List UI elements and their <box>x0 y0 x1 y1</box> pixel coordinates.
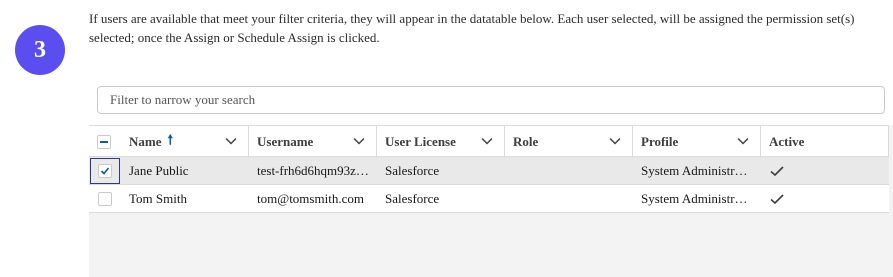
column-header-username[interactable]: Username <box>249 126 377 157</box>
table-header: Name 🠕 Username User License Role Profil… <box>89 125 889 157</box>
chevron-down-icon[interactable] <box>608 134 622 148</box>
filter-search-input[interactable] <box>97 86 885 114</box>
cell-profile: System Administr… <box>641 190 748 206</box>
cell-user-license: Salesforce <box>385 190 440 206</box>
column-label-name: Name <box>129 133 162 149</box>
active-check-icon <box>770 193 784 204</box>
cell-name: Jane Public <box>129 162 189 178</box>
instructions-text: If users are available that meet your fi… <box>89 11 855 45</box>
cell-role <box>505 157 633 184</box>
column-label-user-license: User License <box>385 133 456 149</box>
row-select-cell <box>89 185 121 212</box>
column-header-role[interactable]: Role <box>505 126 633 157</box>
row-select-checkbox[interactable] <box>98 191 112 206</box>
column-label-profile: Profile <box>641 133 679 149</box>
chevron-down-icon[interactable] <box>224 134 238 148</box>
chevron-down-icon[interactable] <box>480 134 494 148</box>
row-select-cell <box>89 157 121 184</box>
column-header-active[interactable]: Active <box>761 126 889 157</box>
sort-ascending-icon: 🠕 <box>167 131 174 147</box>
active-check-icon <box>770 165 784 176</box>
column-header-name[interactable]: Name 🠕 <box>121 126 249 157</box>
users-datatable: Name 🠕 Username User License Role Profil… <box>89 125 893 277</box>
column-header-user-license[interactable]: User License <box>377 126 505 157</box>
select-all-header <box>89 126 121 157</box>
select-all-checkbox[interactable] <box>97 134 111 149</box>
column-header-profile[interactable]: Profile <box>633 126 761 157</box>
checkbox-check-icon <box>100 166 110 175</box>
chevron-down-icon[interactable] <box>352 134 366 148</box>
cell-role <box>505 185 633 212</box>
column-label-username: Username <box>257 133 314 149</box>
cell-name: Tom Smith <box>129 190 187 206</box>
cell-username: tom@tomsmith.com <box>257 190 364 206</box>
cell-active <box>761 157 889 184</box>
column-label-role: Role <box>513 133 539 149</box>
row-select-checkbox[interactable] <box>98 163 112 178</box>
cell-profile: System Administr… <box>641 162 748 178</box>
column-label-active: Active <box>769 133 805 149</box>
cell-active <box>761 185 889 212</box>
step-number-badge: 3 <box>15 25 65 75</box>
cell-user-license: Salesforce <box>385 162 440 178</box>
row-select-focus <box>90 157 120 184</box>
table-row[interactable]: Tom Smith tom@tomsmith.com Salesforce Sy… <box>89 185 889 213</box>
table-row[interactable]: Jane Public test-frh6d6hqm93z… Salesforc… <box>89 157 889 185</box>
cell-username: test-frh6d6hqm93z… <box>257 162 369 178</box>
chevron-down-icon[interactable] <box>736 134 750 148</box>
